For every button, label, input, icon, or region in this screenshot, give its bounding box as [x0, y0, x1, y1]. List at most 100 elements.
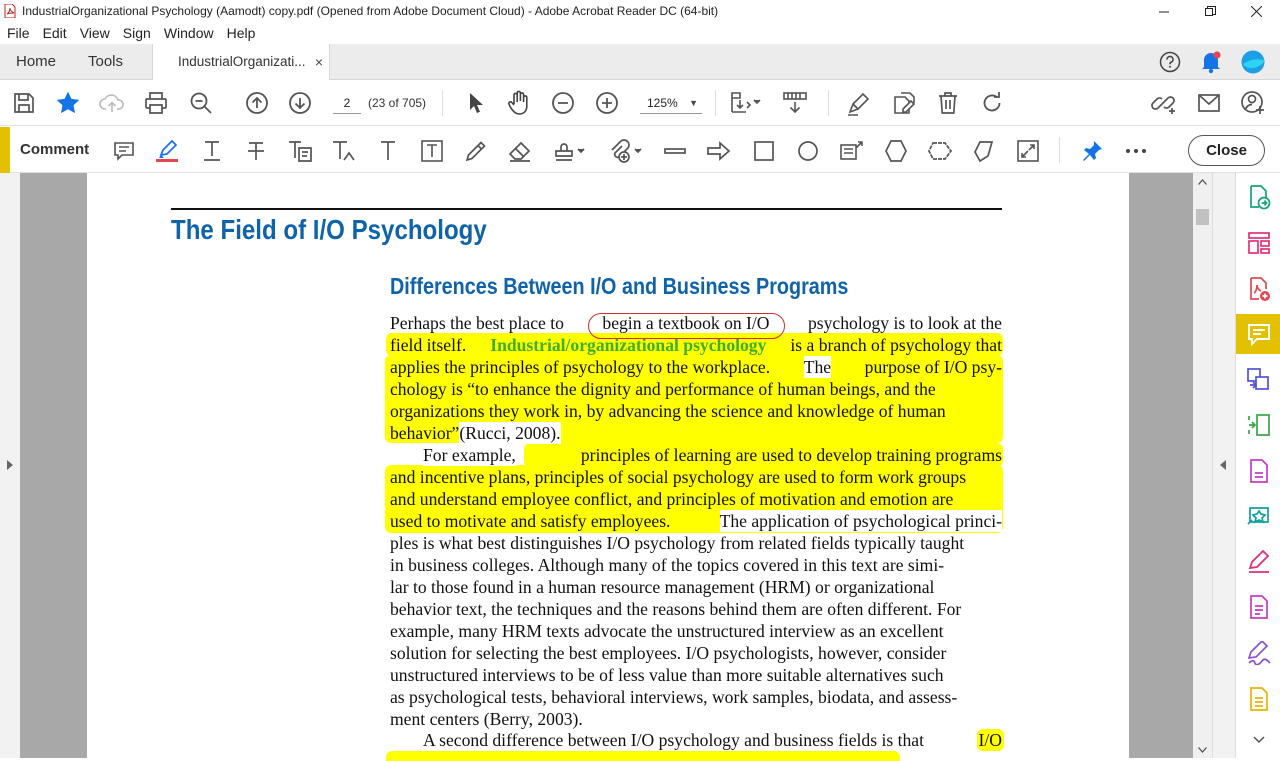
zoom-level-select[interactable]: 125% ▼ [640, 92, 702, 114]
hand-tool-icon[interactable] [506, 90, 532, 116]
notification-bell-icon[interactable] [1200, 50, 1222, 74]
send-for-comments-icon[interactable] [1236, 496, 1280, 536]
menu-file[interactable]: File [7, 25, 30, 41]
menu-window[interactable]: Window [164, 25, 214, 41]
more-options-icon[interactable] [1123, 138, 1149, 164]
chevron-down-icon: ▼ [689, 98, 698, 108]
sticky-note-icon[interactable] [111, 138, 137, 164]
scrollbar-thumb[interactable] [1196, 209, 1209, 225]
tab-tools[interactable]: Tools [88, 44, 123, 79]
more-tools-icon[interactable] [1236, 679, 1280, 719]
account-avatar-icon[interactable] [1241, 50, 1265, 74]
fill-sign-icon[interactable] [1236, 542, 1280, 582]
scroll-mode-icon[interactable] [782, 90, 808, 116]
email-icon[interactable] [1196, 90, 1222, 116]
attach-file-icon[interactable] [607, 138, 643, 164]
add-text-comment-icon[interactable] [375, 138, 401, 164]
save-icon[interactable] [11, 90, 37, 116]
cloud-upload-icon[interactable] [99, 90, 125, 116]
eraser-icon[interactable] [507, 138, 533, 164]
cloud-shape-icon[interactable] [927, 138, 953, 164]
tab-home[interactable]: Home [16, 44, 56, 79]
tab-document[interactable]: IndustrialOrganizati... × [152, 44, 330, 81]
left-panel-toggle[interactable] [0, 173, 20, 758]
highlight-annotation[interactable] [386, 751, 900, 761]
text-run: behavior” [390, 423, 460, 443]
text-run: example, many HRM texts advocate the uns… [390, 621, 944, 641]
body-line: in business colleges. Although many of t… [390, 554, 1002, 576]
text-run: A second difference between I/O psycholo… [423, 730, 924, 750]
edit-pdf-icon[interactable] [1236, 451, 1280, 491]
close-comment-button[interactable]: Close [1188, 135, 1265, 166]
circle-annotation[interactable] [588, 313, 785, 339]
underline-text-icon[interactable] [199, 138, 225, 164]
print-icon[interactable] [143, 90, 169, 116]
combine-files-icon[interactable] [1236, 359, 1280, 399]
restore-icon[interactable] [1187, 0, 1233, 22]
scroll-up-icon[interactable] [1198, 179, 1207, 185]
close-window-icon[interactable] [1233, 0, 1279, 22]
chapter-rule [171, 208, 1002, 210]
page-number-input[interactable] [333, 92, 361, 114]
minimize-icon[interactable] [1141, 0, 1187, 22]
stamp-icon[interactable] [551, 138, 587, 164]
share-link-icon[interactable] [1151, 90, 1177, 116]
arrow-icon[interactable] [706, 138, 732, 164]
text-box-icon[interactable] [419, 138, 445, 164]
menu-help[interactable]: Help [227, 25, 256, 41]
vertical-scrollbar[interactable] [1193, 173, 1212, 758]
page-count-label: (23 of 705) [368, 96, 427, 110]
text-run: as psychological tests, behavioral inter… [390, 687, 958, 707]
comment-icon[interactable] [1236, 314, 1280, 354]
zoom-out-icon[interactable] [550, 90, 576, 116]
export-pdf-icon[interactable] [1236, 177, 1280, 217]
group-annotations-icon[interactable] [1015, 138, 1041, 164]
delete-icon[interactable] [935, 90, 961, 116]
scroll-down-icon[interactable] [1198, 747, 1207, 753]
bookmark-star-icon[interactable] [55, 90, 81, 116]
sign-icon[interactable] [1236, 633, 1280, 673]
pencil-draw-icon[interactable] [463, 138, 489, 164]
body-line: ment centers (Berry, 2003). [390, 708, 1002, 730]
polygon-icon[interactable] [883, 138, 909, 164]
body-line: unstructured interviews to be of less va… [390, 664, 1002, 686]
rectangle-icon[interactable] [751, 138, 777, 164]
edit-pdf-icon[interactable] [890, 90, 916, 116]
organize-pages-icon[interactable] [1236, 223, 1280, 263]
select-cursor-icon[interactable] [462, 90, 488, 116]
tab-bar: Home Tools IndustrialOrganizati... × [0, 44, 1280, 81]
replace-text-icon[interactable] [287, 138, 313, 164]
protect-pdf-icon[interactable] [1236, 587, 1280, 627]
menu-sign[interactable]: Sign [123, 25, 151, 41]
body-line: behavior text, the techniques and the re… [390, 598, 1002, 620]
rotate-icon[interactable] [979, 90, 1005, 116]
create-pdf-icon[interactable] [1236, 269, 1280, 309]
text-callout-icon[interactable] [839, 138, 865, 164]
line-icon[interactable] [662, 138, 688, 164]
strikethrough-text-icon[interactable] [243, 138, 269, 164]
highlight-text-icon[interactable] [155, 138, 181, 164]
close-tab-icon[interactable]: × [315, 44, 323, 80]
compress-pdf-icon[interactable] [1236, 405, 1280, 445]
pin-icon[interactable] [1079, 138, 1105, 164]
page-down-icon[interactable] [287, 90, 313, 116]
search-zoom-icon[interactable] [188, 90, 214, 116]
help-icon[interactable] [1159, 51, 1181, 73]
chevron-down-icon[interactable] [1236, 725, 1280, 755]
oval-icon[interactable] [795, 138, 821, 164]
pdf-page[interactable]: The Field of I/O Psychology Differences … [87, 173, 1129, 761]
polygon-line-icon[interactable] [971, 138, 997, 164]
body-line: lar to those found in a human resource m… [390, 576, 1002, 598]
add-user-icon[interactable] [1240, 90, 1266, 116]
page-fit-icon[interactable] [727, 90, 763, 116]
fill-sign-icon[interactable] [846, 90, 872, 116]
zoom-level-value: 125% [647, 96, 678, 110]
zoom-in-icon[interactable] [594, 90, 620, 116]
menu-view[interactable]: View [80, 25, 110, 41]
right-panel-toggle[interactable] [1212, 173, 1235, 758]
insert-text-icon[interactable] [331, 138, 357, 164]
menu-edit[interactable]: Edit [43, 25, 67, 41]
text-run: The [803, 356, 832, 378]
body-line: used to motivate and satisfy employees. … [390, 510, 1002, 532]
page-up-icon[interactable] [244, 90, 270, 116]
